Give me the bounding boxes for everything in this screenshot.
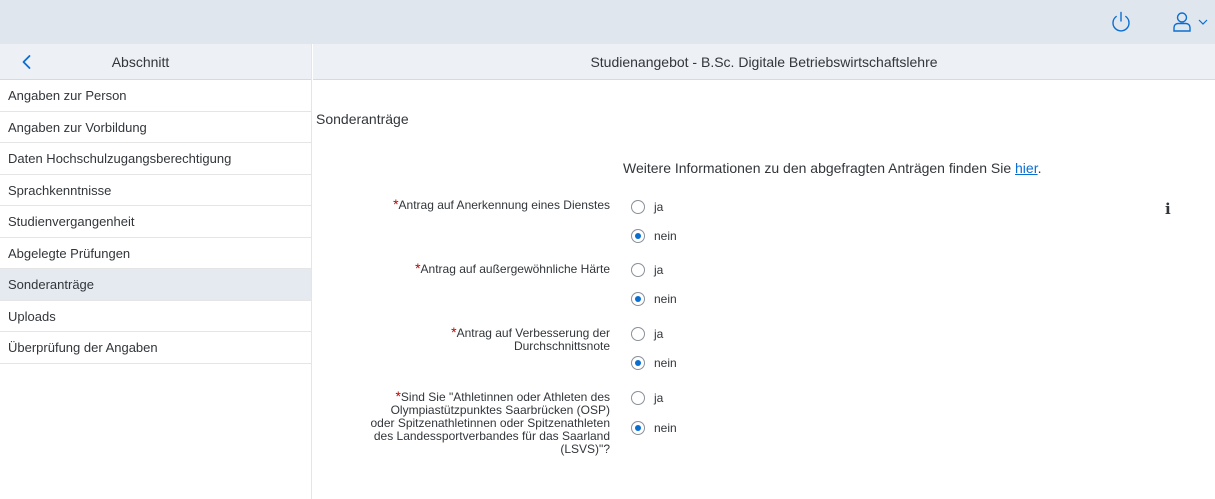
sidebar-item-hochschulzugangsberechtigung[interactable]: Daten Hochschulzugangsberechtigung — [0, 143, 311, 175]
radio-button-selected[interactable] — [631, 421, 645, 435]
shell-bar — [0, 0, 1215, 44]
page-title: Studienangebot - B.Sc. Digitale Betriebs… — [313, 44, 1215, 80]
radio-athleten-nein[interactable]: nein — [631, 420, 677, 436]
question-label-durchschnittsnote: *Antrag auf Verbesserung der Durchschnit… — [451, 324, 610, 353]
info-text-label: Weitere Informationen zu den abgefragten… — [623, 160, 1016, 176]
radio-durchschnittsnote-nein[interactable]: nein — [631, 355, 677, 371]
sidebar: Abschnitt Angaben zur Person Angaben zur… — [0, 44, 312, 499]
sidebar-item-ueberpruefung[interactable]: Überprüfung der Angaben — [0, 332, 311, 364]
radio-durchschnittsnote-ja[interactable]: ja — [631, 326, 663, 342]
sidebar-item-studienvergangenheit[interactable]: Studienvergangenheit — [0, 206, 311, 238]
radio-dienst-nein[interactable]: nein — [631, 228, 677, 244]
user-icon[interactable] — [1170, 10, 1194, 34]
question-label-haerte: *Antrag auf außergewöhnliche Härte — [415, 260, 610, 276]
sidebar-item-sprachkenntnisse[interactable]: Sprachkenntnisse — [0, 175, 311, 206]
radio-button-selected[interactable] — [631, 292, 645, 306]
sidebar-item-abgelegte-pruefungen[interactable]: Abgelegte Prüfungen — [0, 238, 311, 269]
sidebar-title: Abschnitt — [111, 54, 170, 70]
info-icon[interactable]: i — [1165, 200, 1171, 218]
info-link[interactable]: hier — [1015, 160, 1038, 176]
radio-haerte-nein[interactable]: nein — [631, 291, 677, 307]
radio-button-selected[interactable] — [631, 229, 645, 243]
info-text: Weitere Informationen zu den abgefragten… — [623, 160, 1041, 176]
sidebar-item-uploads[interactable]: Uploads — [0, 301, 311, 332]
radio-haerte-ja[interactable]: ja — [631, 262, 663, 278]
radio-dienst-ja[interactable]: ja — [631, 199, 663, 215]
sidebar-item-angaben-zur-person[interactable]: Angaben zur Person — [0, 80, 311, 112]
radio-button-selected[interactable] — [631, 356, 645, 370]
radio-button[interactable] — [631, 391, 645, 405]
info-text-suffix: . — [1037, 160, 1042, 176]
radio-button[interactable] — [631, 200, 645, 214]
radio-athleten-ja[interactable]: ja — [631, 390, 663, 406]
radio-button[interactable] — [631, 263, 645, 277]
power-icon[interactable] — [1109, 10, 1133, 34]
main-panel: Studienangebot - B.Sc. Digitale Betriebs… — [313, 44, 1215, 499]
section-title: Sonderanträge — [316, 111, 409, 127]
question-label-dienst: *Antrag auf Anerkennung eines Dienstes — [393, 196, 610, 212]
radio-button[interactable] — [631, 327, 645, 341]
sidebar-item-angaben-zur-vorbildung[interactable]: Angaben zur Vorbildung — [0, 112, 311, 143]
sidebar-header: Abschnitt — [0, 44, 311, 80]
chevron-down-icon[interactable] — [1197, 16, 1209, 28]
question-label-athleten: *Sind Sie "Athletinnen oder Athleten des… — [370, 388, 610, 456]
sidebar-item-sonderantraege[interactable]: Sonderanträge — [0, 269, 311, 301]
